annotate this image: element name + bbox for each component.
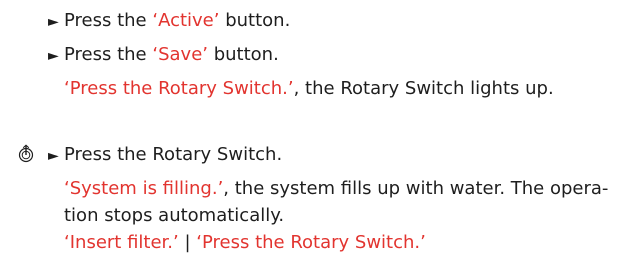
result-text: , the Rotary Switch lights up. [293,78,554,99]
step-text-prefix: Press the [64,44,153,65]
step-text: Press the Rotary Switch. [64,144,283,165]
arrow-bullet-icon: ► [48,14,59,30]
step-text-suffix: button. [219,10,291,31]
rotary-switch-icon [18,144,34,163]
step-text-suffix: button. [208,44,279,65]
display-message-press-rotary: ‘Press the Rotary Switch.’ [64,78,294,99]
instruction-step-save: ► Press the ‘Save’ button. [48,44,279,67]
instruction-step-active: ► Press the ‘Active’ button. [48,10,290,33]
ui-label-active: ‘Active’ [152,10,220,31]
step-text-prefix: Press the [64,10,153,31]
arrow-bullet-icon: ► [48,148,59,164]
display-message-insert-filter: ‘Insert filter.’ [64,232,179,253]
display-message-press-rotary: ‘Press the Rotary Switch.’ [196,232,426,253]
ui-label-save: ‘Save’ [152,44,208,65]
instruction-result-filling: ‘System is filling.’, the system fills u… [64,178,608,200]
instruction-result-continuation: tion stops automatically. [64,205,284,227]
display-message-system-filling: ‘System is filling.’ [64,178,224,199]
instruction-result-rotary-lights: ‘Press the Rotary Switch.’, the Rotary S… [64,78,554,100]
result-text: tion stops automatically. [64,205,285,226]
arrow-bullet-icon: ► [48,48,59,64]
instruction-step-press-rotary: ► Press the Rotary Switch. [48,144,282,167]
result-text: , the system fills up with water. The op… [223,178,609,199]
message-separator: | [178,232,197,253]
instruction-display-messages: ‘Insert filter.’ | ‘Press the Rotary Swi… [64,232,426,254]
